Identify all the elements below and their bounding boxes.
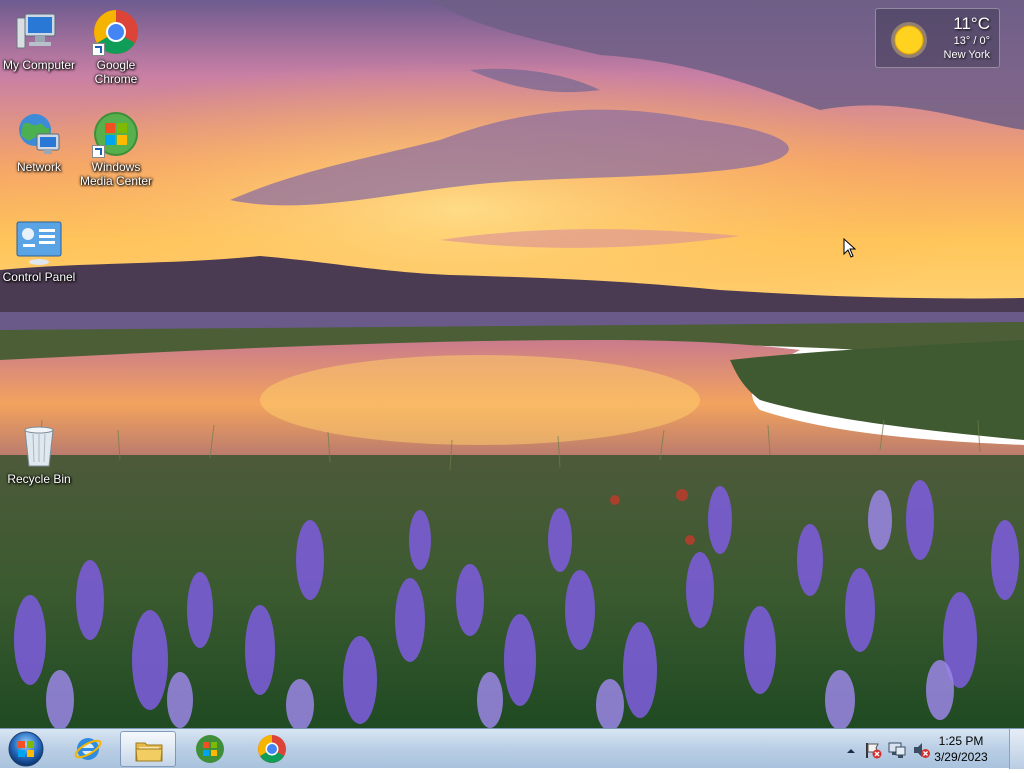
windows-start-icon <box>8 731 44 767</box>
show-hidden-icons-arrow[interactable] <box>846 743 856 761</box>
control-panel-icon <box>15 220 63 268</box>
recycle-bin-icon <box>15 422 63 470</box>
system-tray: 1:25 PM 3/29/2023 <box>840 729 1024 769</box>
computer-icon <box>15 8 63 56</box>
desktop-icon-control-panel[interactable]: Control Panel <box>1 220 77 284</box>
desktop-icon-label: My Computer <box>2 58 76 72</box>
desktop-icon-windows-media-center[interactable]: Windows Media Center <box>78 110 154 188</box>
mouse-cursor-icon <box>843 237 857 263</box>
weather-range: 13° / 0° <box>953 35 990 47</box>
ie-icon <box>73 734 103 769</box>
shortcut-arrow-icon <box>92 43 105 56</box>
folder-icon <box>134 735 164 770</box>
sun-icon <box>890 21 928 64</box>
taskbar-windows-media-center[interactable] <box>182 731 238 767</box>
desktop-icon-network[interactable]: Network <box>1 110 77 174</box>
desktop-icon-label: Windows Media Center <box>79 160 153 188</box>
taskbar: 1:25 PM 3/29/2023 <box>0 728 1024 769</box>
taskbar-internet-explorer[interactable] <box>60 731 116 767</box>
desktop-icon-google-chrome[interactable]: Google Chrome <box>78 8 154 86</box>
chrome-icon <box>257 734 287 769</box>
desktop-icon-label: Network <box>16 160 61 174</box>
clock-date[interactable]: 3/29/2023 <box>926 750 996 764</box>
network-icon <box>15 110 63 158</box>
weather-temperature: 11°C <box>953 14 990 33</box>
desktop-icon-label: Recycle Bin <box>7 472 71 486</box>
media-center-icon <box>195 734 225 769</box>
action-center-flag-icon[interactable] <box>864 741 882 764</box>
chrome-icon <box>92 8 140 56</box>
start-button[interactable] <box>4 730 48 768</box>
desktop-icon-my-computer[interactable]: My Computer <box>1 8 77 72</box>
clock-time[interactable]: 1:25 PM <box>926 734 996 748</box>
desktop-icon-label: Google Chrome <box>94 58 138 86</box>
show-desktop-button[interactable] <box>1009 729 1024 769</box>
shortcut-arrow-icon <box>92 145 105 158</box>
weather-city: New York <box>943 49 990 61</box>
weather-gadget[interactable]: 11°C 13° / 0° New York <box>875 8 1000 68</box>
network-status-icon[interactable] <box>888 741 906 764</box>
desktop-icon-label: Control Panel <box>2 270 76 284</box>
media-center-icon <box>92 110 140 158</box>
taskbar-windows-explorer[interactable] <box>120 731 176 767</box>
taskbar-google-chrome[interactable] <box>244 731 300 767</box>
desktop-icon-recycle-bin[interactable]: Recycle Bin <box>1 422 77 486</box>
